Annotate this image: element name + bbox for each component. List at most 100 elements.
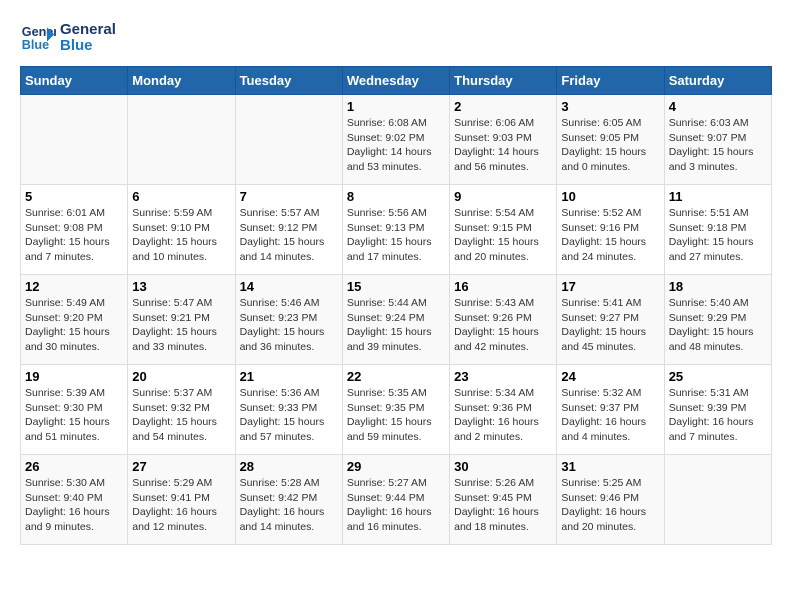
week-row-3: 12 Sunrise: 5:49 AM Sunset: 9:20 PM Dayli… bbox=[21, 275, 772, 365]
logo-line2: Blue bbox=[60, 38, 116, 55]
day-info: Sunrise: 5:44 AM Sunset: 9:24 PM Dayligh… bbox=[347, 296, 445, 355]
day-number: 25 bbox=[669, 369, 767, 384]
day-number: 7 bbox=[240, 189, 338, 204]
day-number: 21 bbox=[240, 369, 338, 384]
day-info: Sunrise: 5:28 AM Sunset: 9:42 PM Dayligh… bbox=[240, 476, 338, 535]
calendar-cell bbox=[664, 455, 771, 545]
calendar-cell: 30Sunrise: 5:26 AM Sunset: 9:45 PM Dayli… bbox=[450, 455, 557, 545]
day-number: 5 bbox=[25, 189, 123, 204]
day-number: 30 bbox=[454, 459, 552, 474]
day-info: Sunrise: 5:37 AM Sunset: 9:32 PM Dayligh… bbox=[132, 386, 230, 445]
day-info: Sunrise: 5:40 AM Sunset: 9:29 PM Dayligh… bbox=[669, 296, 767, 355]
day-info: Sunrise: 5:56 AM Sunset: 9:13 PM Dayligh… bbox=[347, 206, 445, 265]
day-number: 20 bbox=[132, 369, 230, 384]
week-row-5: 26 Sunrise: 5:30 AM Sunset: 9:40 PM Dayli… bbox=[21, 455, 772, 545]
day-info: Sunrise: 5:47 AM Sunset: 9:21 PM Dayligh… bbox=[132, 296, 230, 355]
day-number: 18 bbox=[669, 279, 767, 294]
calendar-cell: 15 Sunrise: 5:44 AM Sunset: 9:24 PM Dayli… bbox=[342, 275, 449, 365]
day-info: Sunrise: 6:06 AM Sunset: 9:03 PM Dayligh… bbox=[454, 116, 552, 175]
week-row-4: 19 Sunrise: 5:39 AM Sunset: 9:30 PM Dayli… bbox=[21, 365, 772, 455]
day-number: 31 bbox=[561, 459, 659, 474]
weekday-header-thursday: Thursday bbox=[450, 67, 557, 95]
day-info: Sunrise: 5:49 AM Sunset: 9:20 PM Dayligh… bbox=[25, 296, 123, 355]
day-number: 26 bbox=[25, 459, 123, 474]
calendar-cell: 1Sunrise: 6:08 AM Sunset: 9:02 PM Daylig… bbox=[342, 95, 449, 185]
weekday-header-sunday: Sunday bbox=[21, 67, 128, 95]
calendar-table: SundayMondayTuesdayWednesdayThursdayFrid… bbox=[20, 66, 772, 545]
calendar-cell: 17 Sunrise: 5:41 AM Sunset: 9:27 PM Dayli… bbox=[557, 275, 664, 365]
day-info: Sunrise: 6:05 AM Sunset: 9:05 PM Dayligh… bbox=[561, 116, 659, 175]
day-info: Sunrise: 5:34 AM Sunset: 9:36 PM Dayligh… bbox=[454, 386, 552, 445]
day-number: 15 bbox=[347, 279, 445, 294]
day-info: Sunrise: 5:41 AM Sunset: 9:27 PM Dayligh… bbox=[561, 296, 659, 355]
header: General Blue General Blue bbox=[20, 20, 772, 56]
day-number: 8 bbox=[347, 189, 445, 204]
calendar-cell: 24Sunrise: 5:32 AM Sunset: 9:37 PM Dayli… bbox=[557, 365, 664, 455]
day-info: Sunrise: 6:01 AM Sunset: 9:08 PM Dayligh… bbox=[25, 206, 123, 265]
day-info: Sunrise: 5:59 AM Sunset: 9:10 PM Dayligh… bbox=[132, 206, 230, 265]
weekday-header-monday: Monday bbox=[128, 67, 235, 95]
day-number: 23 bbox=[454, 369, 552, 384]
calendar-cell: 16 Sunrise: 5:43 AM Sunset: 9:26 PM Dayli… bbox=[450, 275, 557, 365]
day-number: 24 bbox=[561, 369, 659, 384]
weekday-header-saturday: Saturday bbox=[664, 67, 771, 95]
calendar-cell: 26 Sunrise: 5:30 AM Sunset: 9:40 PM Dayli… bbox=[21, 455, 128, 545]
calendar-cell: 8 Sunrise: 5:56 AM Sunset: 9:13 PM Daylig… bbox=[342, 185, 449, 275]
calendar-cell: 7Sunrise: 5:57 AM Sunset: 9:12 PM Daylig… bbox=[235, 185, 342, 275]
calendar-cell: 19 Sunrise: 5:39 AM Sunset: 9:30 PM Dayli… bbox=[21, 365, 128, 455]
day-number: 2 bbox=[454, 99, 552, 114]
weekday-header-wednesday: Wednesday bbox=[342, 67, 449, 95]
day-number: 19 bbox=[25, 369, 123, 384]
calendar-cell: 14 Sunrise: 5:46 AM Sunset: 9:23 PM Dayli… bbox=[235, 275, 342, 365]
calendar-cell bbox=[128, 95, 235, 185]
day-info: Sunrise: 5:43 AM Sunset: 9:26 PM Dayligh… bbox=[454, 296, 552, 355]
day-number: 16 bbox=[454, 279, 552, 294]
calendar-cell: 29Sunrise: 5:27 AM Sunset: 9:44 PM Dayli… bbox=[342, 455, 449, 545]
calendar-cell: 12 Sunrise: 5:49 AM Sunset: 9:20 PM Dayli… bbox=[21, 275, 128, 365]
day-number: 22 bbox=[347, 369, 445, 384]
day-number: 13 bbox=[132, 279, 230, 294]
calendar-cell: 21 Sunrise: 5:36 AM Sunset: 9:33 PM Dayli… bbox=[235, 365, 342, 455]
day-info: Sunrise: 5:25 AM Sunset: 9:46 PM Dayligh… bbox=[561, 476, 659, 535]
day-number: 10 bbox=[561, 189, 659, 204]
day-info: Sunrise: 6:03 AM Sunset: 9:07 PM Dayligh… bbox=[669, 116, 767, 175]
day-info: Sunrise: 5:31 AM Sunset: 9:39 PM Dayligh… bbox=[669, 386, 767, 445]
logo-icon: General Blue bbox=[20, 20, 56, 56]
day-info: Sunrise: 5:36 AM Sunset: 9:33 PM Dayligh… bbox=[240, 386, 338, 445]
day-number: 4 bbox=[669, 99, 767, 114]
calendar-cell bbox=[21, 95, 128, 185]
day-info: Sunrise: 5:39 AM Sunset: 9:30 PM Dayligh… bbox=[25, 386, 123, 445]
weekday-header-row: SundayMondayTuesdayWednesdayThursdayFrid… bbox=[21, 67, 772, 95]
day-info: Sunrise: 5:30 AM Sunset: 9:40 PM Dayligh… bbox=[25, 476, 123, 535]
day-info: Sunrise: 5:54 AM Sunset: 9:15 PM Dayligh… bbox=[454, 206, 552, 265]
calendar-cell bbox=[235, 95, 342, 185]
calendar-cell: 27 Sunrise: 5:29 AM Sunset: 9:41 PM Dayli… bbox=[128, 455, 235, 545]
calendar-cell: 23 Sunrise: 5:34 AM Sunset: 9:36 PM Dayli… bbox=[450, 365, 557, 455]
calendar-cell: 31 Sunrise: 5:25 AM Sunset: 9:46 PM Dayli… bbox=[557, 455, 664, 545]
week-row-1: 1Sunrise: 6:08 AM Sunset: 9:02 PM Daylig… bbox=[21, 95, 772, 185]
day-info: Sunrise: 5:27 AM Sunset: 9:44 PM Dayligh… bbox=[347, 476, 445, 535]
day-number: 27 bbox=[132, 459, 230, 474]
day-number: 11 bbox=[669, 189, 767, 204]
calendar-cell: 20 Sunrise: 5:37 AM Sunset: 9:32 PM Dayli… bbox=[128, 365, 235, 455]
day-info: Sunrise: 5:35 AM Sunset: 9:35 PM Dayligh… bbox=[347, 386, 445, 445]
day-number: 28 bbox=[240, 459, 338, 474]
day-info: Sunrise: 5:52 AM Sunset: 9:16 PM Dayligh… bbox=[561, 206, 659, 265]
logo-line1: General bbox=[60, 22, 116, 39]
day-number: 12 bbox=[25, 279, 123, 294]
calendar-cell: 25 Sunrise: 5:31 AM Sunset: 9:39 PM Dayli… bbox=[664, 365, 771, 455]
day-number: 9 bbox=[454, 189, 552, 204]
day-number: 17 bbox=[561, 279, 659, 294]
calendar-cell: 11Sunrise: 5:51 AM Sunset: 9:18 PM Dayli… bbox=[664, 185, 771, 275]
weekday-header-tuesday: Tuesday bbox=[235, 67, 342, 95]
logo: General Blue General Blue bbox=[20, 20, 116, 56]
calendar-cell: 13 Sunrise: 5:47 AM Sunset: 9:21 PM Dayli… bbox=[128, 275, 235, 365]
calendar-cell: 18 Sunrise: 5:40 AM Sunset: 9:29 PM Dayli… bbox=[664, 275, 771, 365]
day-number: 1 bbox=[347, 99, 445, 114]
calendar-cell: 5 Sunrise: 6:01 AM Sunset: 9:08 PM Daylig… bbox=[21, 185, 128, 275]
day-number: 14 bbox=[240, 279, 338, 294]
svg-text:Blue: Blue bbox=[22, 38, 49, 52]
day-info: Sunrise: 5:29 AM Sunset: 9:41 PM Dayligh… bbox=[132, 476, 230, 535]
day-info: Sunrise: 5:46 AM Sunset: 9:23 PM Dayligh… bbox=[240, 296, 338, 355]
calendar-cell: 10 Sunrise: 5:52 AM Sunset: 9:16 PM Dayli… bbox=[557, 185, 664, 275]
